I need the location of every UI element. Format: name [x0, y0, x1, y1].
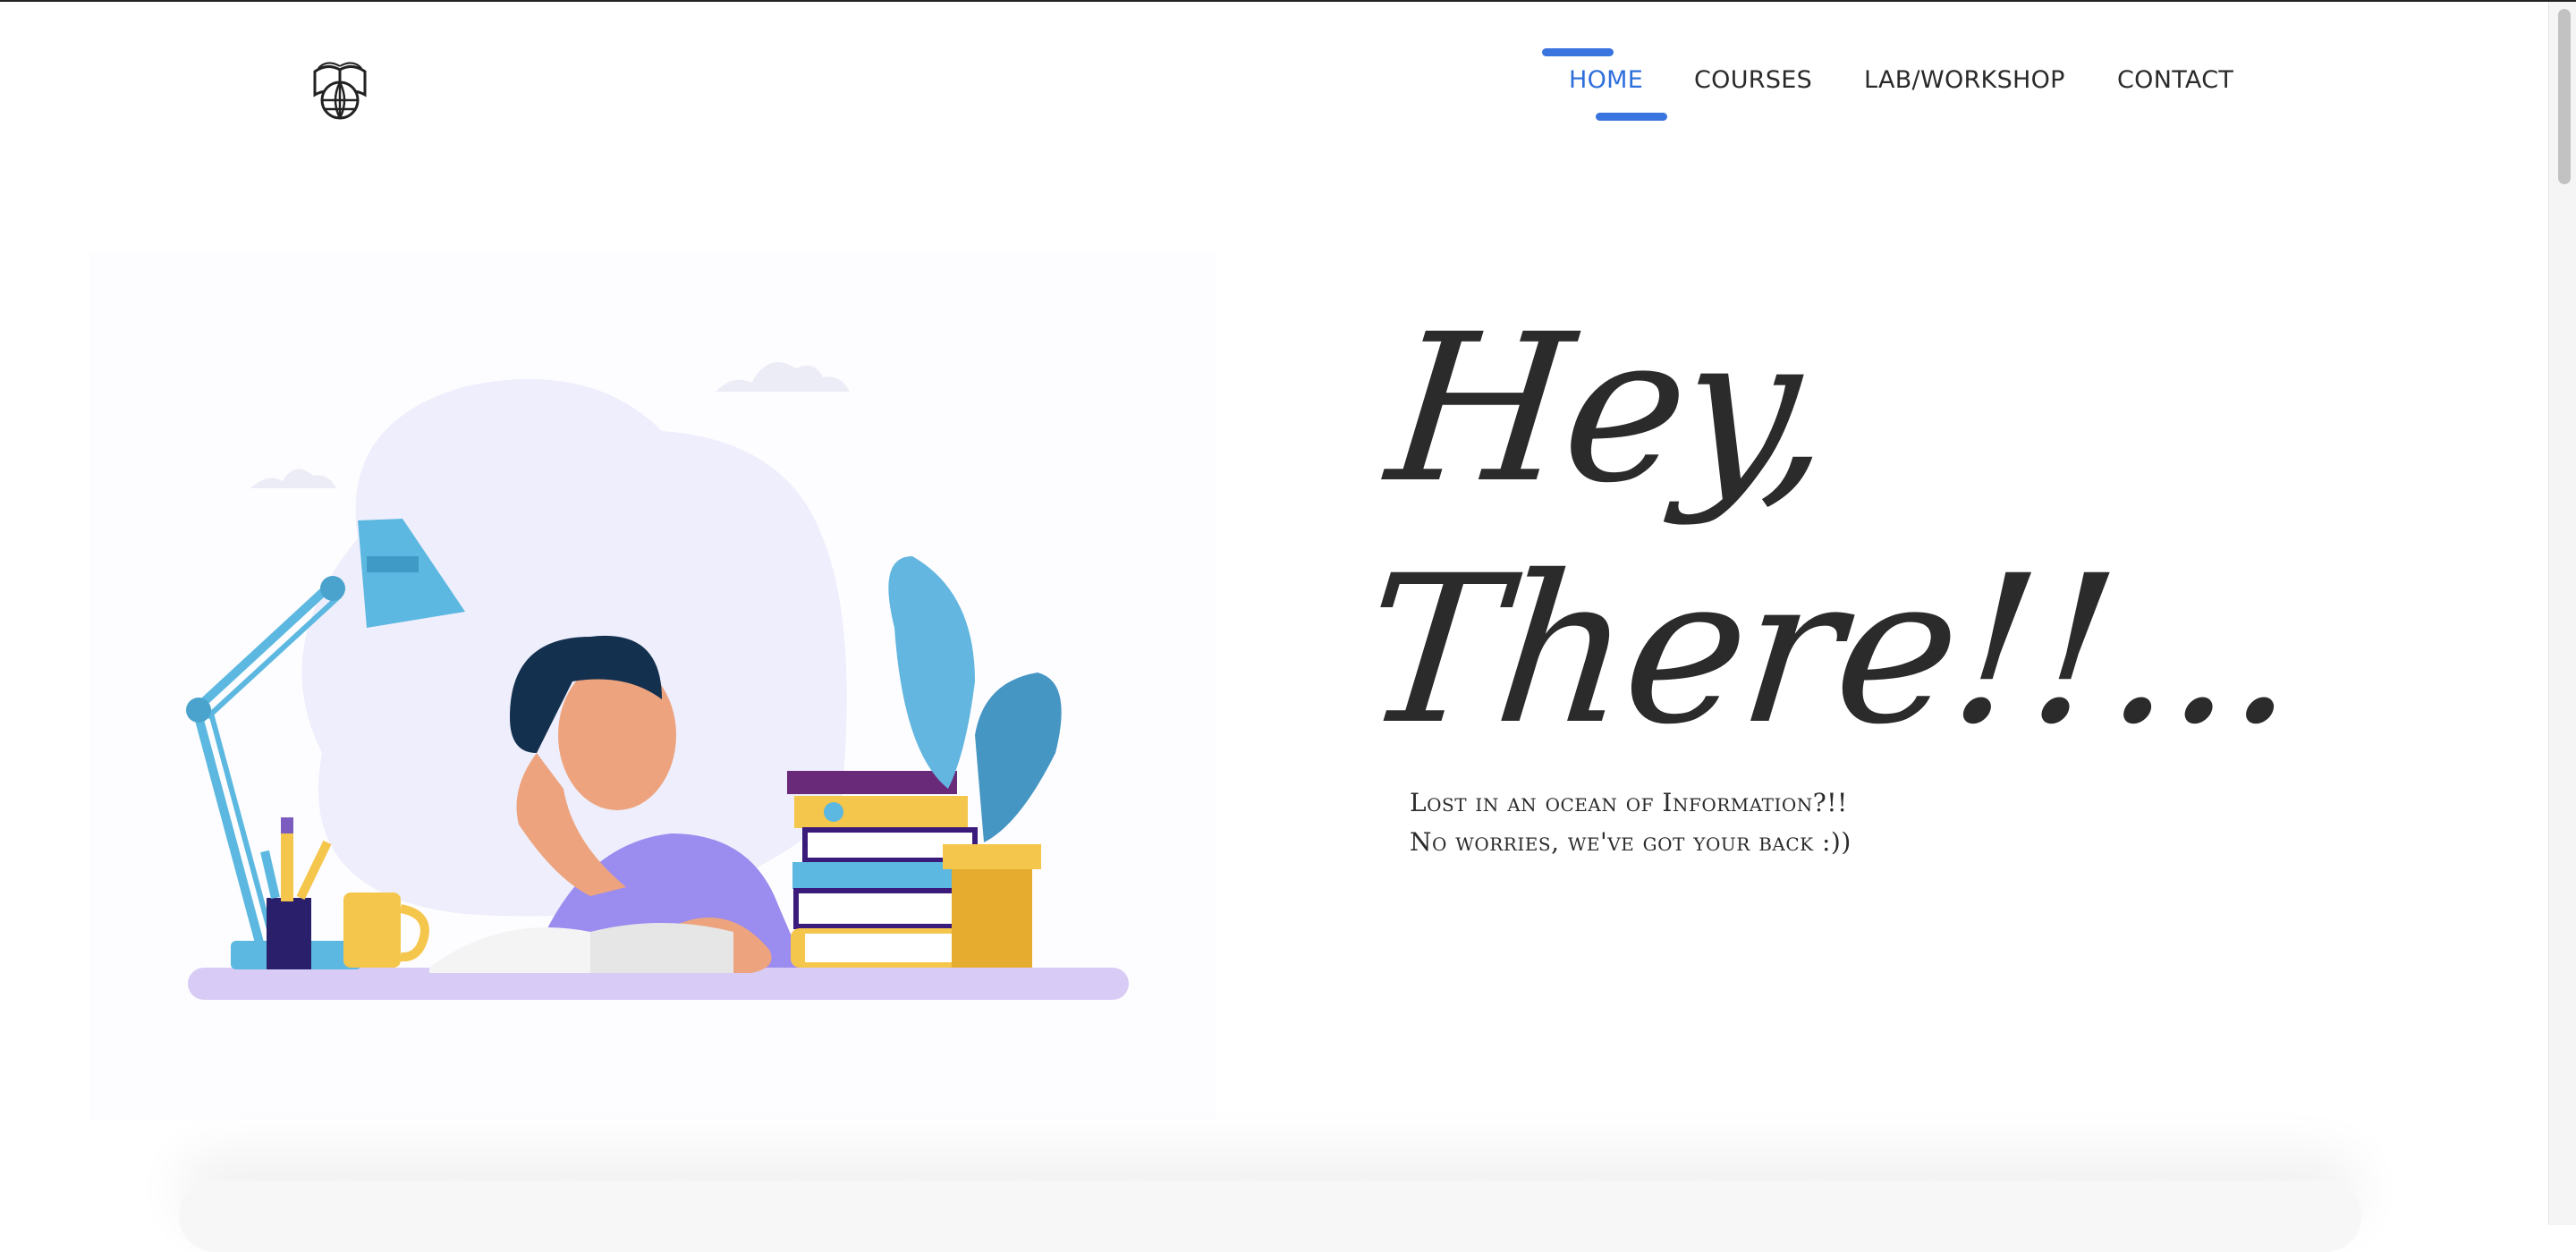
hero-subtext-line1: Lost in an ocean of Information?!!: [1410, 788, 1848, 817]
hero-heading: Hey, There!!...: [1353, 288, 2308, 771]
nav-active-indicator-bottom: [1596, 113, 1667, 121]
hero-subtext-line2: No worries, we've got your back :)): [1410, 827, 1852, 857]
next-section-card: [179, 1180, 2361, 1252]
book-globe-icon: [313, 62, 367, 120]
site-logo[interactable]: [309, 54, 370, 120]
nav-active-indicator-top: [1542, 48, 1614, 56]
hero-subtext: Lost in an ocean of Information?!! No wo…: [1410, 783, 1852, 862]
hero-heading-line1: Hey,: [1378, 290, 1842, 528]
nav-home[interactable]: HOME: [1569, 66, 1643, 94]
nav-courses[interactable]: COURSES: [1694, 66, 1812, 94]
nav-lab-workshop[interactable]: LAB/WORKSHOP: [1864, 66, 2065, 94]
scrollbar-thumb[interactable]: [2558, 9, 2571, 184]
student-reading-illustration: [89, 252, 1216, 1129]
hero-heading-line2: There!!...: [1353, 531, 2308, 769]
scrollbar-track[interactable]: [2548, 2, 2576, 1225]
nav-contact[interactable]: CONTACT: [2117, 66, 2233, 94]
